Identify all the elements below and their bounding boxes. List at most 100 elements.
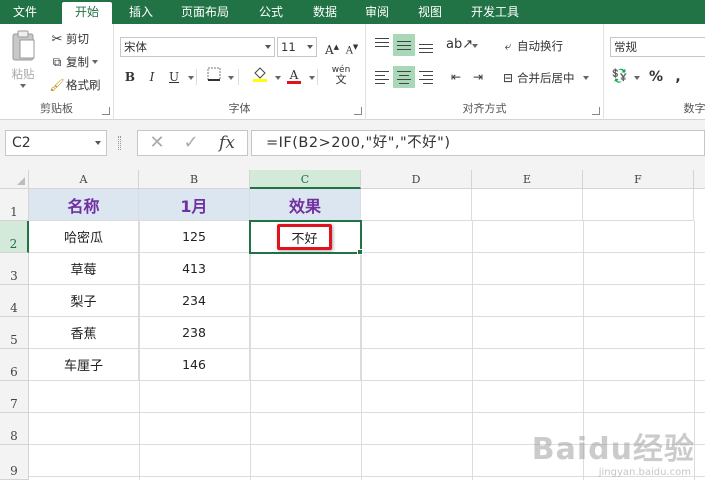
- cell-b4[interactable]: 234: [139, 285, 250, 317]
- column-header-a[interactable]: A: [29, 170, 139, 189]
- paste-button[interactable]: 粘贴: [6, 30, 40, 90]
- currency-icon[interactable]: 💱: [610, 67, 630, 87]
- align-top-button[interactable]: [371, 34, 393, 56]
- row-header-3[interactable]: 3: [0, 253, 29, 285]
- align-left-button[interactable]: [371, 66, 393, 88]
- comma-button[interactable]: ,: [668, 67, 688, 87]
- dialog-launcher-icon[interactable]: [102, 107, 110, 115]
- bold-button[interactable]: B: [120, 67, 140, 87]
- dialog-launcher-icon[interactable]: [354, 107, 362, 115]
- copy-button[interactable]: ⧉ 复制: [48, 53, 98, 71]
- percent-button[interactable]: %: [646, 67, 666, 87]
- cancel-icon[interactable]: ✕: [142, 131, 172, 155]
- cell-c1[interactable]: 效果: [250, 189, 361, 221]
- cell-a5[interactable]: 香蕉: [29, 317, 139, 349]
- cell-f1[interactable]: [583, 189, 694, 221]
- merge-center-button[interactable]: ⊟ 合并后居中: [499, 68, 589, 88]
- tab-file[interactable]: 文件: [0, 0, 50, 24]
- chevron-down-icon[interactable]: [634, 76, 640, 80]
- chevron-down-icon[interactable]: [188, 76, 194, 80]
- fill-handle[interactable]: [357, 249, 363, 255]
- underline-button[interactable]: U: [164, 67, 184, 87]
- tab-view[interactable]: 视图: [405, 0, 455, 24]
- scissors-icon: ✂: [51, 31, 63, 47]
- tab-developer[interactable]: 开发工具: [462, 0, 528, 24]
- wrap-text-button[interactable]: ⤶ 自动换行: [499, 36, 563, 56]
- cell-c6[interactable]: [250, 349, 361, 381]
- cell-a2[interactable]: 哈密瓜: [29, 221, 139, 253]
- tab-page-layout[interactable]: 页面布局: [172, 0, 238, 24]
- row-header-6[interactable]: 6: [0, 349, 29, 381]
- row-header-5[interactable]: 5: [0, 317, 29, 349]
- tab-home[interactable]: 开始: [62, 2, 112, 24]
- grow-font-button[interactable]: A▲: [322, 37, 342, 57]
- align-right-button[interactable]: [415, 66, 437, 88]
- decrease-indent-icon[interactable]: ⇤: [446, 67, 466, 87]
- cell-b5[interactable]: 238: [139, 317, 250, 349]
- column-header-g[interactable]: [694, 170, 705, 189]
- row-header-2[interactable]: 2: [0, 221, 29, 253]
- border-icon: [207, 67, 221, 81]
- format-painter-button[interactable]: 🖌 格式刷: [48, 76, 100, 94]
- align-bottom-button[interactable]: [415, 34, 437, 56]
- enter-icon[interactable]: ✓: [176, 131, 206, 155]
- cell-c3[interactable]: [250, 253, 361, 285]
- italic-button[interactable]: I: [142, 67, 162, 87]
- column-header-d[interactable]: D: [361, 170, 472, 189]
- column-header-b[interactable]: B: [139, 170, 250, 189]
- border-button[interactable]: [204, 67, 224, 87]
- fill-color-button[interactable]: [250, 65, 270, 85]
- chevron-down-icon: [20, 84, 26, 88]
- cell-c4[interactable]: [250, 285, 361, 317]
- row-header-4[interactable]: 4: [0, 285, 29, 317]
- chevron-down-icon[interactable]: [228, 76, 234, 80]
- cell-a3[interactable]: 草莓: [29, 253, 139, 285]
- dialog-launcher-icon[interactable]: [592, 107, 600, 115]
- chevron-down-icon[interactable]: [309, 76, 315, 80]
- insert-function-button[interactable]: fx: [212, 131, 242, 155]
- chevron-down-icon[interactable]: [472, 44, 478, 48]
- tab-data[interactable]: 数据: [300, 0, 350, 24]
- chevron-down-icon[interactable]: [275, 76, 281, 80]
- column-header-c[interactable]: C: [250, 170, 361, 189]
- clipboard-group-label: 剪贴板: [40, 102, 73, 115]
- align-middle-button[interactable]: [393, 34, 415, 56]
- tab-formulas[interactable]: 公式: [246, 0, 296, 24]
- cell-b2[interactable]: 125: [139, 221, 250, 253]
- cell-b6[interactable]: 146: [139, 349, 250, 381]
- cell-b3[interactable]: 413: [139, 253, 250, 285]
- row-header-8[interactable]: 8: [0, 413, 29, 445]
- column-header-f[interactable]: F: [583, 170, 694, 189]
- tab-review[interactable]: 审阅: [352, 0, 402, 24]
- shrink-font-button[interactable]: A▼: [342, 37, 362, 57]
- resize-handle[interactable]: [118, 136, 121, 150]
- name-box[interactable]: C2: [5, 130, 107, 156]
- cell-a6[interactable]: 车厘子: [29, 349, 139, 381]
- cell-b1[interactable]: 1月: [139, 189, 250, 221]
- cut-button[interactable]: ✂ 剪切: [48, 30, 89, 48]
- row-header-9[interactable]: 9: [0, 445, 29, 480]
- row-header-1[interactable]: 1: [0, 189, 29, 221]
- number-format-value: 常规: [614, 40, 637, 54]
- wrap-text-icon: ⤶: [504, 38, 512, 53]
- cell-a4[interactable]: 梨子: [29, 285, 139, 317]
- font-size-select[interactable]: 11: [277, 37, 317, 57]
- font-color-button[interactable]: A: [284, 65, 304, 85]
- select-all-button[interactable]: [0, 170, 29, 189]
- phonetic-guide-button[interactable]: wén 文: [328, 65, 354, 85]
- number-group-label: 数字: [683, 102, 705, 115]
- cell-c5[interactable]: [250, 317, 361, 349]
- font-name-select[interactable]: 宋体: [120, 37, 275, 57]
- number-format-select[interactable]: 常规: [610, 37, 705, 57]
- formula-input[interactable]: =IF(B2>200,"好","不好"): [251, 130, 705, 156]
- increase-indent-icon[interactable]: ⇥: [468, 67, 488, 87]
- cell-e1[interactable]: [472, 189, 583, 221]
- cell-a1[interactable]: 名称: [29, 189, 139, 221]
- orientation-icon[interactable]: ab↗: [446, 35, 473, 55]
- tab-insert[interactable]: 插入: [116, 0, 166, 24]
- watermark-url: jingyan.baidu.com: [598, 467, 691, 478]
- align-center-button[interactable]: [393, 66, 415, 88]
- row-header-7[interactable]: 7: [0, 381, 29, 413]
- cell-d1[interactable]: [361, 189, 472, 221]
- column-header-e[interactable]: E: [472, 170, 583, 189]
